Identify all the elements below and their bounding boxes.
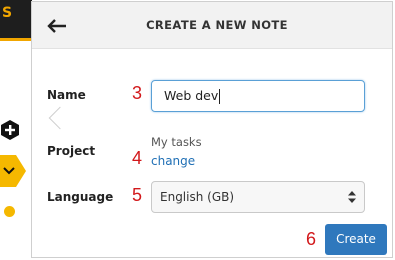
modal-header: CREATE A NEW NOTE <box>32 2 392 49</box>
project-label: Project <box>47 144 96 158</box>
create-note-modal: CREATE A NEW NOTE Name 3 Web dev Project… <box>31 1 393 258</box>
modal-title: CREATE A NEW NOTE <box>146 18 288 32</box>
add-hexagon-icon[interactable] <box>1 120 19 140</box>
language-select[interactable]: English (GB) <box>151 181 365 213</box>
name-input[interactable]: Web dev <box>151 80 365 112</box>
name-input-value: Web dev <box>164 88 219 103</box>
background-topbar: S <box>0 0 32 38</box>
language-select-value: English (GB) <box>160 190 235 204</box>
background-topbar-text: S <box>2 5 13 21</box>
project-value: My tasks <box>151 135 202 149</box>
text-caret <box>219 89 221 104</box>
language-label: Language <box>47 190 114 204</box>
step-number-4: 4 <box>132 148 143 168</box>
create-button[interactable]: Create <box>325 224 387 255</box>
modal-pointer <box>48 106 72 130</box>
background-sidebar: S <box>0 0 32 260</box>
status-dot <box>4 206 15 217</box>
select-updown-icon <box>348 191 356 203</box>
chevron-down-icon[interactable] <box>0 155 26 187</box>
name-label: Name <box>47 88 86 102</box>
step-number-5: 5 <box>132 185 143 205</box>
change-project-link[interactable]: change <box>151 154 195 168</box>
step-number-3: 3 <box>132 83 143 103</box>
step-number-6: 6 <box>306 229 317 249</box>
topbar-accent-line <box>0 38 32 41</box>
